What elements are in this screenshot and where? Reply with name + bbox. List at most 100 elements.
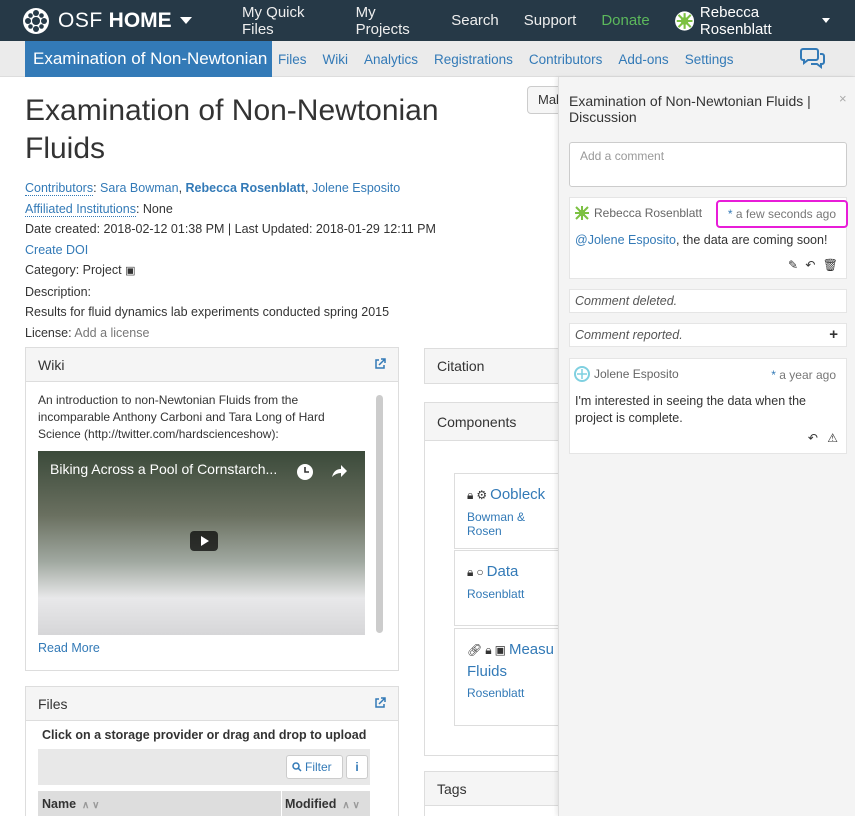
contributors-label[interactable]: Contributors [25, 181, 93, 196]
component-name[interactable]: Oobleck [490, 486, 545, 503]
chevron-down-icon [180, 17, 192, 24]
trash-icon[interactable]: 🗑︎ [823, 258, 838, 272]
citation-panel: Citation [424, 348, 574, 384]
mention-link[interactable]: @Jolene Esposito [575, 233, 676, 247]
osf-home-menu[interactable]: OSF HOME [22, 7, 192, 35]
component-contributors[interactable]: Rosenblatt [467, 686, 563, 700]
tags-panel: Tags [424, 771, 574, 816]
comment-body: @Jolene Esposito, the data are coming so… [575, 232, 835, 249]
files-table-header: Name ∧ ∨ Modified ∧ ∨ [38, 791, 370, 816]
lock-icon: 🔒︎ [467, 488, 473, 502]
pencil-icon[interactable]: ✎ [788, 258, 798, 272]
filter-button[interactable]: Filter [286, 755, 343, 779]
contributor-link[interactable]: Rebecca Rosenblatt [186, 181, 305, 195]
project-nav-title[interactable]: Examination of Non-Newtonian Fluids [25, 41, 272, 77]
external-link-icon[interactable] [374, 358, 386, 370]
play-icon[interactable] [190, 531, 218, 551]
nav-my-projects[interactable]: My Projects [356, 4, 427, 38]
nav-my-quick-files[interactable]: My Quick Files [242, 4, 331, 38]
share-icon[interactable] [330, 463, 348, 481]
affiliated-line: Affiliated Institutions: None [25, 199, 560, 220]
affiliated-label[interactable]: Affiliated Institutions [25, 202, 136, 217]
category-text: Category: Project [25, 263, 122, 277]
comment-input[interactable]: Add a comment [569, 142, 847, 187]
upload-hint: Click on a storage provider or drag and … [42, 728, 366, 742]
comment-reported: Comment reported. + [569, 323, 847, 347]
component-name[interactable]: Data [487, 563, 519, 580]
component-card[interactable]: 🔒︎ ○ Data Rosenblatt [454, 550, 564, 626]
nav-search[interactable]: Search [451, 12, 499, 29]
files-toolbar: Filter i [38, 749, 370, 785]
tab-files[interactable]: Files [278, 52, 307, 67]
brand-osf: OSF [58, 9, 103, 33]
component-card[interactable]: 🔒︎ ⚙ Oobleck Bowman & Rosen [454, 473, 564, 549]
link-icon: 🔗︎ [467, 643, 482, 657]
plus-icon[interactable]: + [829, 324, 838, 346]
wiki-heading: Wiki [38, 357, 64, 373]
cube-icon: ▣ [125, 265, 135, 277]
files-heading: Files [38, 696, 68, 712]
nav-donate[interactable]: Donate [601, 12, 649, 29]
comments-icon[interactable] [800, 47, 826, 69]
nav-support[interactable]: Support [524, 12, 577, 29]
tab-analytics[interactable]: Analytics [364, 52, 418, 67]
discussion-sidebar: Examination of Non-Newtonian Fluids | Di… [558, 77, 855, 816]
col-name[interactable]: Name ∧ ∨ [42, 797, 99, 811]
tab-add-ons[interactable]: Add-ons [618, 52, 668, 67]
warning-icon[interactable]: ⚠︎ [827, 431, 838, 445]
loading-icon: ○ [476, 565, 483, 579]
tab-wiki[interactable]: Wiki [323, 52, 349, 67]
clock-icon[interactable] [296, 463, 314, 481]
affiliated-value: None [143, 202, 173, 216]
sort-icon: ∧ ∨ [342, 800, 359, 811]
component-contributors[interactable]: Rosenblatt [467, 587, 563, 601]
gears-icon: ⚙ [476, 488, 487, 502]
description-text: Results for fluid dynamics lab experimen… [25, 302, 560, 323]
avatar [574, 366, 590, 382]
component-name-cont[interactable]: Fluids [467, 661, 563, 682]
page-title: Examination of Non-Newtonian Fluids [25, 92, 465, 168]
reply-icon[interactable]: ↶ [805, 258, 815, 272]
tab-registrations[interactable]: Registrations [434, 52, 513, 67]
wiki-text: An introduction to non-Newtonian Fluids … [26, 382, 366, 443]
comment-author[interactable]: Jolene Esposito [594, 367, 679, 381]
contributors-line: Contributors: Sara Bowman, Rebecca Rosen… [25, 178, 560, 199]
contributor-link[interactable]: Sara Bowman [100, 181, 179, 195]
reply-icon[interactable]: ↶ [808, 431, 818, 445]
user-name: Rebecca Rosenblatt [700, 4, 818, 38]
cube-icon: ▣ [495, 643, 506, 657]
comment-body: I'm interested in seeing the data when t… [575, 393, 835, 427]
comment-author[interactable]: Rebecca Rosenblatt [594, 206, 702, 220]
component-name[interactable]: Measu [509, 641, 554, 658]
project-overview: Examination of Non-Newtonian Fluids Cont… [25, 92, 560, 343]
close-icon[interactable]: × [839, 91, 847, 106]
top-navbar: OSF HOME My Quick Files My Projects Sear… [0, 0, 855, 41]
discussion-title: Examination of Non-Newtonian Fluids | Di… [569, 93, 839, 125]
read-more-link[interactable]: Read More [38, 641, 100, 655]
timestamp-highlight [716, 200, 848, 228]
create-doi-link[interactable]: Create DOI [25, 243, 88, 257]
search-icon [292, 762, 302, 772]
dates-line: Date created: 2018-02-12 01:38 PM | Last… [25, 219, 560, 240]
col-modified[interactable]: Modified ∧ ∨ [285, 797, 360, 811]
tab-contributors[interactable]: Contributors [529, 52, 603, 67]
files-panel: Files Click on a storage provider or dra… [25, 686, 399, 816]
wiki-panel: Wiki An introduction to non-Newtonian Fl… [25, 347, 399, 671]
component-contributors[interactable]: Bowman & Rosen [467, 510, 563, 538]
wiki-scrollbar[interactable] [376, 395, 383, 633]
category-line: Category: Project ▣ [25, 260, 560, 282]
license-line: License: Add a license [25, 323, 560, 344]
user-menu[interactable]: Rebecca Rosenblatt [675, 4, 855, 38]
citation-heading[interactable]: Citation [437, 358, 484, 374]
avatar [675, 10, 694, 32]
component-card[interactable]: 🔗︎ 🔒︎ ▣ Measu Fluids Rosenblatt [454, 628, 564, 726]
tab-settings[interactable]: Settings [685, 52, 734, 67]
contributor-link[interactable]: Jolene Esposito [312, 181, 400, 195]
comment-time[interactable]: a year ago [779, 368, 836, 382]
external-link-icon[interactable] [374, 697, 386, 709]
lock-icon: 🔒︎ [467, 565, 473, 579]
video-embed[interactable]: Biking Across a Pool of Cornstarch... [38, 451, 365, 635]
add-license-link[interactable]: Add a license [74, 326, 149, 340]
license-label: License: [25, 326, 72, 340]
info-button[interactable]: i [346, 755, 368, 779]
